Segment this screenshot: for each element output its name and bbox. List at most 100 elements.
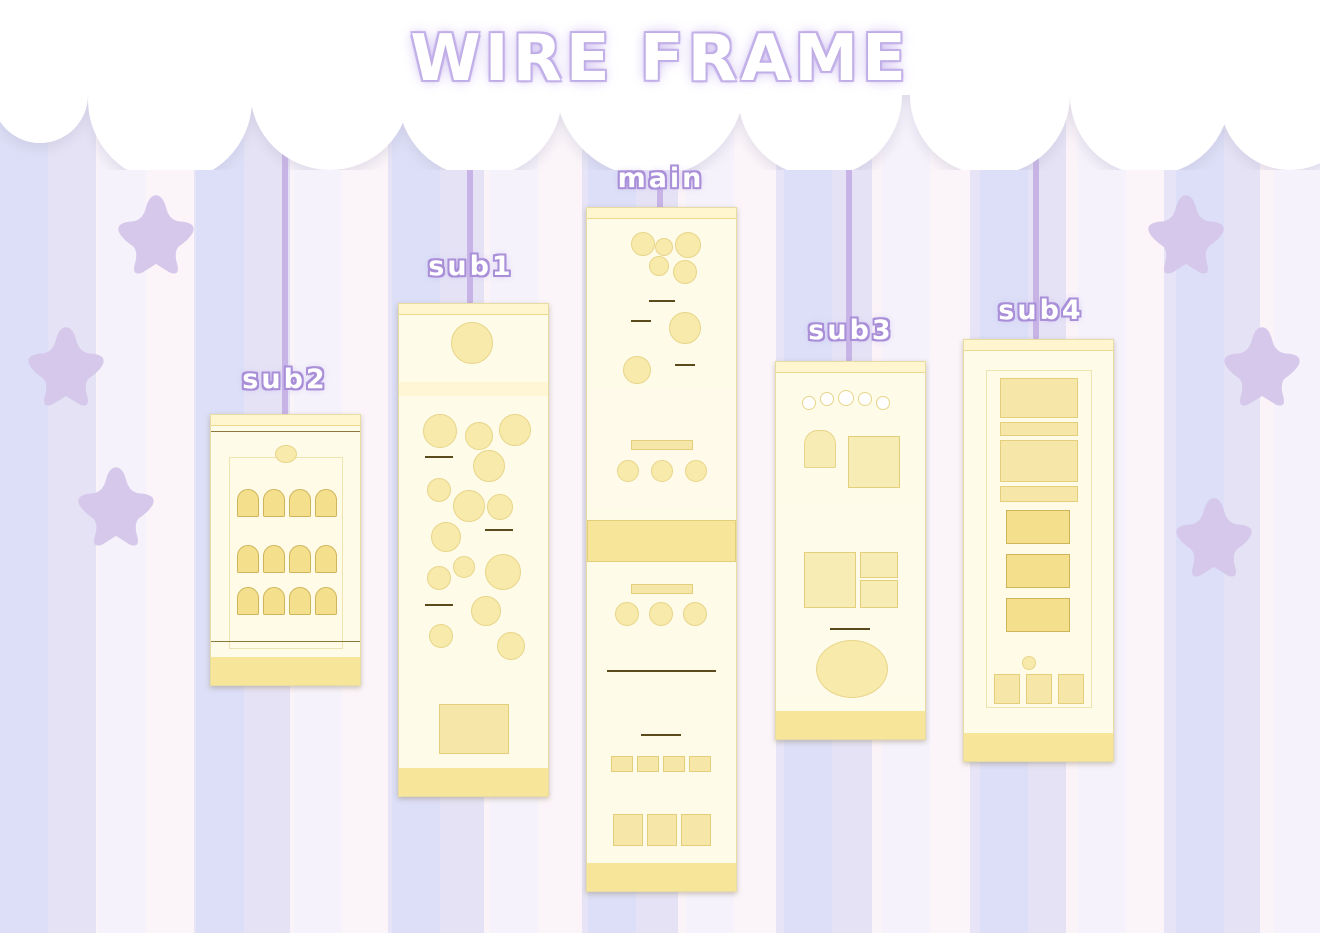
text-line <box>425 456 453 458</box>
icon-circle <box>617 460 639 482</box>
cloud-strip <box>399 382 548 396</box>
wireframe-main[interactable] <box>586 207 737 892</box>
divider <box>211 641 360 642</box>
hero-icon <box>275 445 297 463</box>
icon-circle <box>649 602 673 626</box>
frame-label-sub3: sub3 <box>808 315 894 346</box>
bubble <box>631 232 655 256</box>
hero-icon <box>451 322 493 364</box>
star-icon <box>1224 327 1300 406</box>
wireframe-sub4[interactable] <box>963 339 1114 762</box>
frame-header <box>964 340 1113 351</box>
card <box>611 756 633 772</box>
image-placeholder <box>848 436 900 488</box>
text-block <box>1000 422 1078 436</box>
hanging-bubble <box>802 396 816 410</box>
blob-frame <box>816 640 888 698</box>
bubble <box>427 478 451 502</box>
text-block <box>1000 440 1078 482</box>
card-arch <box>237 489 259 517</box>
card-arch <box>289 489 311 517</box>
image-placeholder <box>860 580 898 608</box>
bubble <box>623 356 651 384</box>
card <box>647 814 677 846</box>
card-arch <box>237 587 259 615</box>
bubble <box>499 414 531 446</box>
card-arch <box>289 545 311 573</box>
card-arch <box>315 489 337 517</box>
bubble <box>453 490 485 522</box>
hanging-bubble <box>876 396 890 410</box>
image-placeholder <box>860 552 898 578</box>
bubble <box>485 554 521 590</box>
card <box>1026 674 1052 704</box>
star-icon <box>118 195 194 274</box>
bubble <box>429 624 453 648</box>
card <box>681 814 711 846</box>
card-arch <box>237 545 259 573</box>
image-placeholder <box>1006 554 1070 588</box>
card-arch <box>315 587 337 615</box>
icon-circle <box>615 602 639 626</box>
frame-label-sub2: sub2 <box>242 364 328 395</box>
bubble <box>675 232 701 258</box>
frame-header <box>399 304 548 315</box>
card <box>689 756 711 772</box>
bubble <box>427 566 451 590</box>
wireframe-sub3[interactable] <box>775 361 926 740</box>
frame-footer <box>964 733 1113 761</box>
frame-footer <box>776 711 925 739</box>
bubble <box>673 260 697 284</box>
scallop-band <box>587 520 736 562</box>
divider <box>211 431 360 432</box>
hanging-bubble <box>858 392 872 406</box>
card-arch <box>263 489 285 517</box>
card <box>663 756 685 772</box>
image-placeholder <box>1006 510 1070 544</box>
card-arch <box>263 587 285 615</box>
text-line <box>649 300 675 302</box>
image-placeholder <box>1000 378 1078 418</box>
bubble <box>473 450 505 482</box>
frame-label-main: main <box>617 163 705 194</box>
card-arch <box>315 545 337 573</box>
bubble <box>487 494 513 520</box>
frame-header <box>211 415 360 426</box>
icon-circle <box>685 460 707 482</box>
frame-header <box>587 208 736 219</box>
icon-circle <box>1022 656 1036 670</box>
image-placeholder <box>804 552 856 608</box>
star-icon <box>78 467 154 546</box>
bubble <box>431 522 461 552</box>
star-icon <box>1176 498 1252 577</box>
text-block <box>1000 486 1078 502</box>
frame-footer <box>211 657 360 685</box>
text-line <box>425 604 453 606</box>
bubble <box>497 632 525 660</box>
card <box>613 814 643 846</box>
image-placeholder <box>439 704 509 754</box>
bubble <box>453 556 475 578</box>
section-title-bar <box>631 584 693 594</box>
divider <box>607 670 716 672</box>
card-arch <box>289 587 311 615</box>
text-line <box>631 320 651 322</box>
text-line <box>830 628 870 630</box>
wireframe-sub1[interactable] <box>398 303 549 797</box>
bubble <box>669 312 701 344</box>
star-icon <box>28 327 104 406</box>
frame-footer <box>399 768 548 796</box>
card <box>994 674 1020 704</box>
text-line <box>641 734 681 736</box>
frame-header <box>776 362 925 373</box>
star-icon <box>1148 195 1224 274</box>
frame-footer <box>587 863 736 891</box>
icon-circle <box>651 460 673 482</box>
bubble <box>465 422 493 450</box>
bubble <box>471 596 501 626</box>
text-line <box>485 529 513 531</box>
bubble <box>649 256 669 276</box>
image-arch <box>804 430 836 468</box>
image-placeholder <box>1006 598 1070 632</box>
wireframe-sub2[interactable] <box>210 414 361 686</box>
